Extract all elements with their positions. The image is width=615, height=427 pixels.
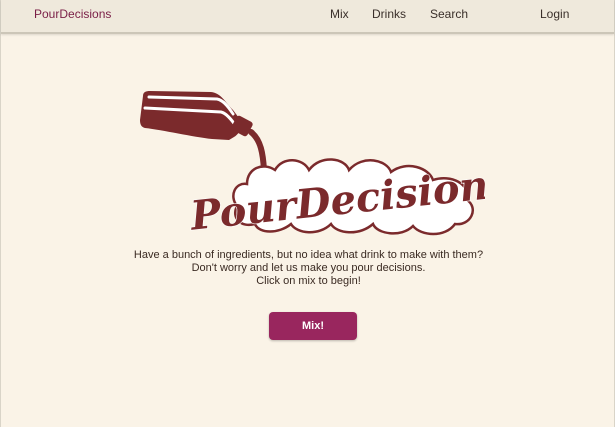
nav-search-link[interactable]: Search — [430, 7, 468, 21]
pourdecisions-logo: PourDecisions — [140, 91, 485, 238]
hero-line-1: Have a bunch of ingredients, but no idea… — [133, 249, 484, 261]
hero-description: Have a bunch of ingredients, but no idea… — [1, 249, 615, 288]
nav-mix-link[interactable]: Mix — [330, 7, 349, 21]
mix-button[interactable]: Mix! — [269, 312, 357, 340]
bottle-icon — [140, 91, 253, 140]
app-window: PourDecisions Mix Drinks Search Login Po… — [0, 0, 615, 427]
brand-link[interactable]: PourDecisions — [34, 7, 111, 21]
hero-line-2: Don't worry and let us make you pour dec… — [191, 262, 426, 274]
hero-line-3: Click on mix to begin! — [256, 275, 361, 287]
nav-login-link[interactable]: Login — [540, 7, 569, 21]
nav-drinks-link[interactable]: Drinks — [372, 7, 406, 21]
top-navbar: PourDecisions Mix Drinks Search Login — [1, 0, 614, 34]
